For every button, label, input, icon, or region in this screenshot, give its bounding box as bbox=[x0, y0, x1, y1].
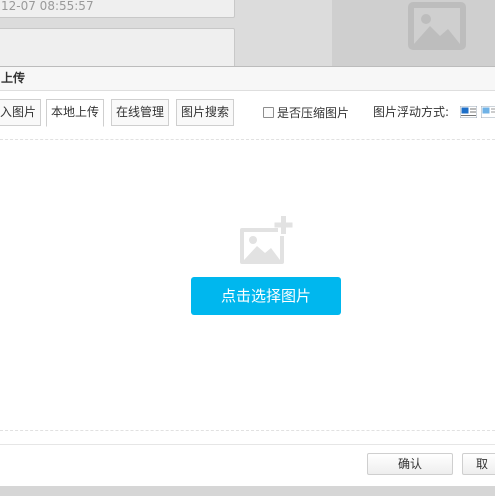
dialog-footer: 确认 取 bbox=[0, 444, 495, 487]
float-right-icon[interactable] bbox=[481, 106, 495, 118]
dialog-title: 上传 bbox=[0, 67, 495, 91]
compress-option[interactable]: 是否压缩图片 bbox=[263, 105, 349, 121]
background-text-field bbox=[0, 28, 235, 70]
tab-image-search[interactable]: 图片搜索 bbox=[176, 99, 235, 126]
compress-checkbox[interactable] bbox=[263, 107, 274, 118]
background-thumbnail bbox=[332, 0, 495, 70]
background-page: 12-07 08:55:57 bbox=[0, 0, 495, 70]
compress-label: 是否压缩图片 bbox=[277, 106, 350, 120]
float-mode-label: 图片浮动方式: bbox=[373, 105, 450, 119]
upload-drop-area[interactable]: 点击选择图片 bbox=[0, 139, 495, 431]
tab-bar: 入图片 本地上传 在线管理 图片搜索 是否压缩图片 图片浮动方式: bbox=[0, 91, 495, 127]
tab-online-manage[interactable]: 在线管理 bbox=[111, 99, 170, 126]
add-image-icon bbox=[240, 216, 293, 264]
image-placeholder-icon bbox=[408, 2, 466, 50]
tab-local-upload[interactable]: 本地上传 bbox=[46, 99, 105, 127]
background-bottom-strip bbox=[0, 486, 495, 496]
image-upload-dialog: 上传 入图片 本地上传 在线管理 图片搜索 是否压缩图片 图片浮动方式: 点击选… bbox=[0, 66, 495, 487]
confirm-button[interactable]: 确认 bbox=[367, 453, 453, 475]
float-left-icon[interactable] bbox=[460, 106, 477, 118]
background-date-field: 12-07 08:55:57 bbox=[0, 0, 235, 18]
screen: 12-07 08:55:57 上传 入图片 本地上传 在线管理 图片搜索 是否压… bbox=[0, 0, 495, 496]
select-image-button[interactable]: 点击选择图片 bbox=[191, 277, 341, 315]
cancel-button[interactable]: 取 bbox=[462, 453, 495, 475]
tab-insert-image[interactable]: 入图片 bbox=[0, 99, 42, 126]
